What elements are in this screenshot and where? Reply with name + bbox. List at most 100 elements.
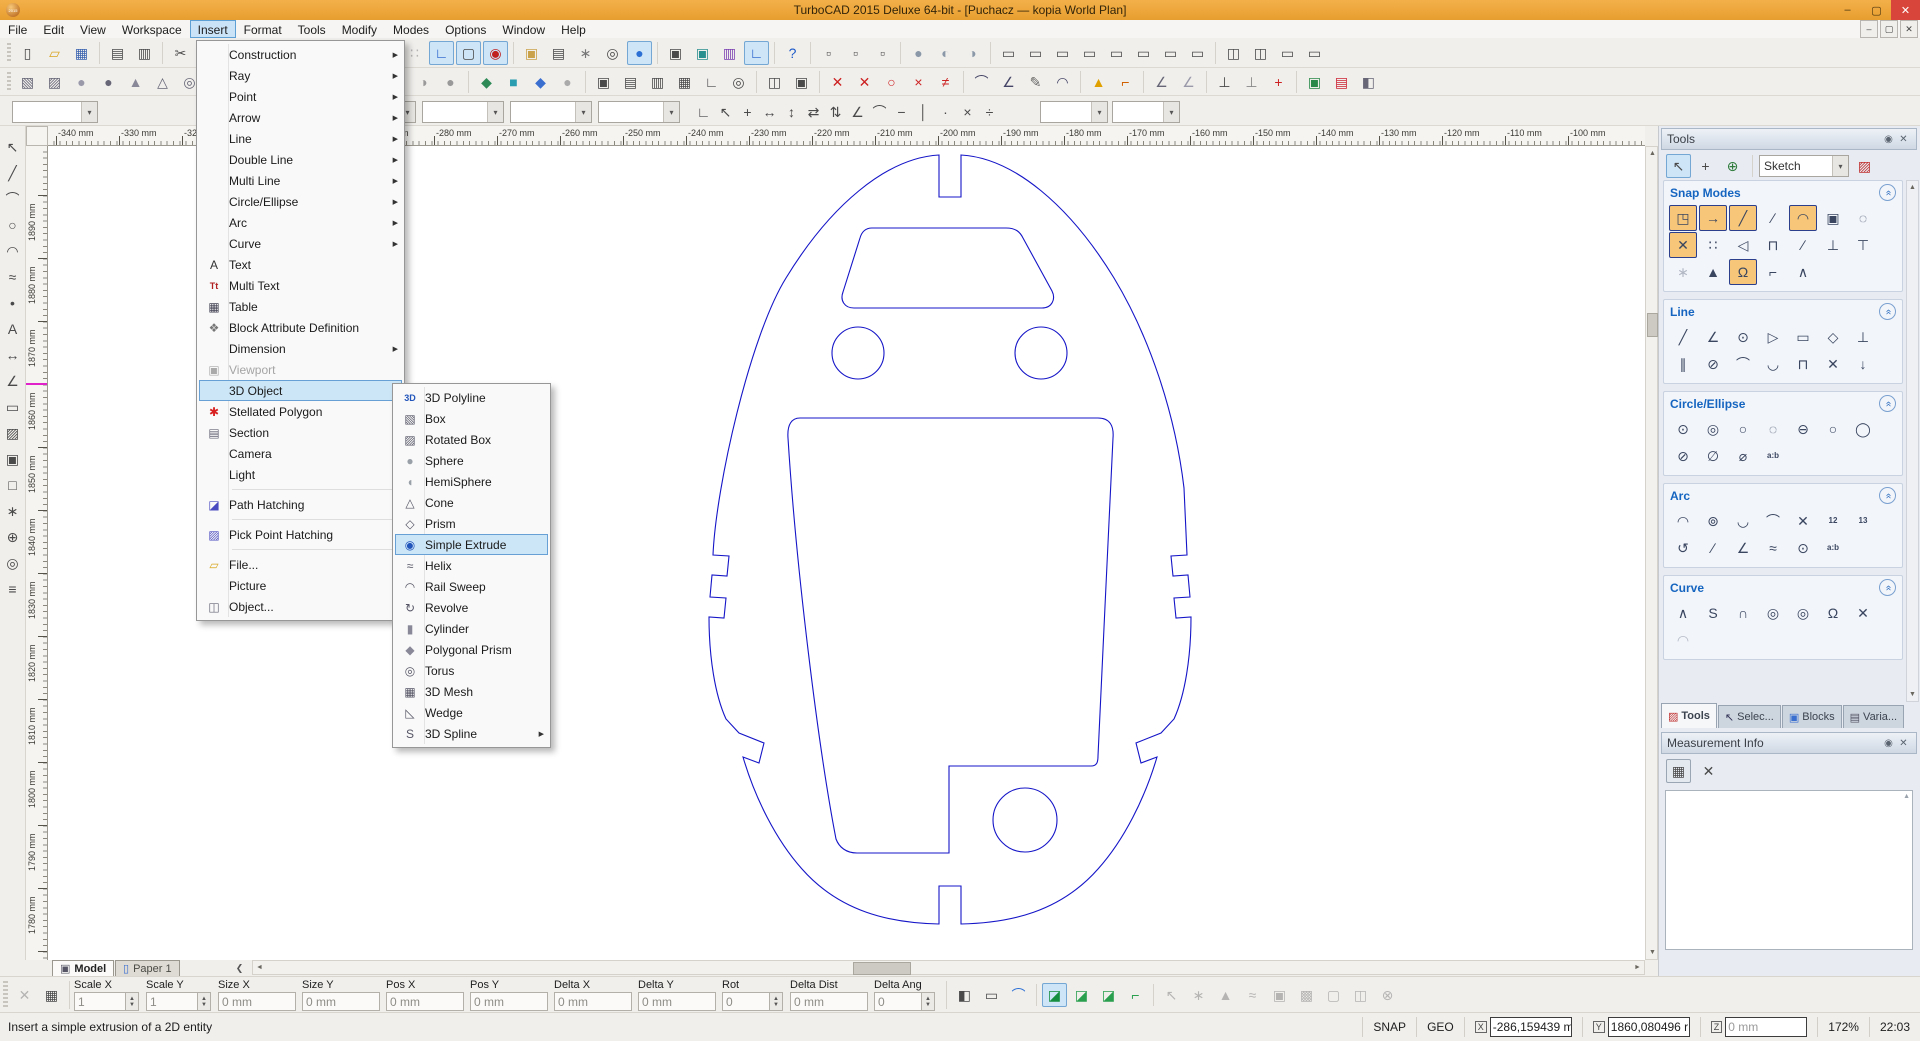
submenu-item-3d-polyline[interactable]: 3D3D Polyline [395,387,548,408]
ellipse-icon[interactable]: ∅ [1699,443,1727,469]
submenu-item-helix[interactable]: ≈Helix [395,555,548,576]
menu-item-line[interactable]: Line▶ [199,128,402,149]
submenu-item-3d-mesh[interactable]: ▦3D Mesh [395,681,548,702]
line-face-icon[interactable]: ⊓ [1789,351,1817,377]
pin-icon[interactable]: ◉ [1881,736,1896,751]
circle-radius-icon[interactable]: ○ [1819,416,1847,442]
horizontal-scrollbar[interactable]: ◄ ► [252,960,1645,975]
snap-indicator[interactable]: SNAP [1362,1017,1416,1037]
tab-model[interactable]: ▣ Model [52,960,114,976]
spinner-icon[interactable]: ▲▼ [197,992,211,1011]
maximize-button[interactable]: ▢ [1862,0,1891,20]
circle-concentric-icon[interactable]: ◎ [1699,416,1727,442]
curve-bezier-icon[interactable]: ∧ [1669,600,1697,626]
zoom-icon[interactable]: ⊕ [0,525,25,549]
line-polygon-icon[interactable]: ⊙ [1729,324,1757,350]
line-perpendicular-icon[interactable]: ⊥ [1849,324,1877,350]
scroll-down-icon[interactable]: ▼ [1907,688,1918,701]
hatch-style-icon[interactable]: ▨ [1852,154,1877,178]
pin-icon[interactable]: ◉ [1881,132,1896,147]
world-tool-icon[interactable]: ⊕ [1720,154,1745,178]
array-1-icon[interactable]: ▣ [591,70,616,94]
perp-2-icon[interactable]: ⊥ [1239,70,1264,94]
axis-toggle-icon[interactable]: ∟ [744,41,769,65]
solid-subtract-icon[interactable]: ■ [501,70,526,94]
coord-y-field[interactable]: 1860,080496 r [1608,1017,1690,1037]
submenu-item-simple-extrude[interactable]: ◉Simple Extrude [395,534,548,555]
group-icon[interactable]: □ [0,473,25,497]
edit-tool-icon[interactable]: ✎ [1023,70,1048,94]
menu-item-pick-point-hatching[interactable]: ▨Pick Point Hatching [199,524,402,545]
collapse-icon[interactable]: « [1879,487,1896,504]
menu-workspace[interactable]: Workspace [114,20,190,38]
print-preview-icon[interactable]: ▥ [132,41,157,65]
cross-icon[interactable]: × [906,70,931,94]
flag-tool-icon[interactable]: ⌐ [1113,70,1138,94]
curve-spiral-2-icon[interactable]: ◎ [1789,600,1817,626]
image-icon[interactable]: ▣ [0,447,25,471]
menu-window[interactable]: Window [494,20,553,38]
select-mode-f-icon[interactable]: ⌐ [1123,983,1148,1007]
line-tangent-arc-icon[interactable]: ⌒ [1729,351,1757,377]
array-sphere-icon[interactable]: ◎ [726,70,751,94]
new-icon[interactable]: ▯ [15,41,40,65]
table-mode-icon[interactable]: ▦ [39,983,64,1007]
cut-icon[interactable]: ✂ [168,41,193,65]
render-scene-icon[interactable]: ● [627,41,652,65]
tab-paper-1[interactable]: ▯ Paper 1 [115,960,180,976]
palette-tab-tools[interactable]: ▨Tools [1661,703,1717,728]
line-parallel-icon[interactable]: ∥ [1669,351,1697,377]
line-rotated-rect-icon[interactable]: ◇ [1819,324,1847,350]
warn-tool-icon[interactable]: ▲ [1086,70,1111,94]
assemble-2-icon[interactable]: ▣ [789,70,814,94]
coord-z-field[interactable]: 0 mm [1725,1017,1807,1037]
measure-list-icon[interactable]: ▦ [1666,759,1691,783]
menu-view[interactable]: View [72,20,114,38]
circle-edge-icon[interactable]: ◯ [1849,416,1877,442]
horizontal-scroll-thumb[interactable] [853,962,911,975]
dimension-icon[interactable]: ↔ [0,343,25,367]
field-input[interactable]: 0 mm [554,992,632,1011]
menu-item-dimension[interactable]: Dimension▶ [199,338,402,359]
curve-spiral-icon[interactable]: ◎ [1759,600,1787,626]
viewport-a-icon[interactable]: ▣ [663,41,688,65]
menu-help[interactable]: Help [553,20,594,38]
select-icon[interactable]: ↖ [0,135,25,159]
menu-item-multi-text[interactable]: TtMulti Text [199,275,402,296]
arc-concentric-icon[interactable]: ⊚ [1699,508,1727,534]
field-input[interactable]: 1▲▼ [146,992,198,1011]
menu-item-picture[interactable]: Picture▶ [199,575,402,596]
mdi-minimize-button[interactable]: – [1860,20,1878,38]
window-4-icon[interactable]: ▭ [1077,41,1102,65]
collapse-icon[interactable]: « [1879,184,1896,201]
snap-intersection-icon[interactable]: ✕ [1669,232,1697,258]
menu-item-light[interactable]: Light▶ [199,464,402,485]
field-input[interactable]: 0 mm [386,992,464,1011]
snap-point-icon[interactable]: → [1699,205,1727,231]
snap-perpendicular-2-icon[interactable]: ⊤ [1849,232,1877,258]
select-next-icon[interactable]: ▫ [843,41,868,65]
arc-3point-icon[interactable]: ⌒ [1759,508,1787,534]
line-rectangle-icon[interactable]: ▭ [1789,324,1817,350]
panel-scrollbar[interactable]: ▲ ▼ [1906,180,1919,702]
selector-mode-icon[interactable]: ▢ [456,41,481,65]
coord-x-field[interactable]: -286,159439 m [1490,1017,1572,1037]
arc-ratio-icon[interactable]: a:b [1819,535,1847,561]
field-input[interactable]: 1▲▼ [74,992,126,1011]
3d-box-icon[interactable]: ▧ [15,70,40,94]
property-combo-4[interactable]: ▾ [510,101,592,123]
mdi-restore-button[interactable]: ▢ [1880,20,1898,38]
snap-bisector-icon[interactable]: ∧ [1789,259,1817,285]
trim-icon[interactable]: ✕ [852,70,877,94]
snap-magnetic-icon[interactable]: Ω [1729,259,1757,285]
viewport-b-icon[interactable]: ▣ [690,41,715,65]
dim-2-icon[interactable]: ∠ [1176,70,1201,94]
snap-quadrant-box-icon[interactable]: ▣ [1819,205,1847,231]
snap-workplane-icon[interactable]: ▲ [1699,259,1727,285]
symbols-icon[interactable]: ▣ [519,41,544,65]
boolean-sub-icon[interactable]: ◑ [960,41,985,65]
render-quality-icon[interactable]: ● [438,70,463,94]
menu-item-arc[interactable]: Arc▶ [199,212,402,233]
submenu-item-rotated-box[interactable]: ▨Rotated Box [395,429,548,450]
point-icon[interactable]: • [0,291,25,315]
